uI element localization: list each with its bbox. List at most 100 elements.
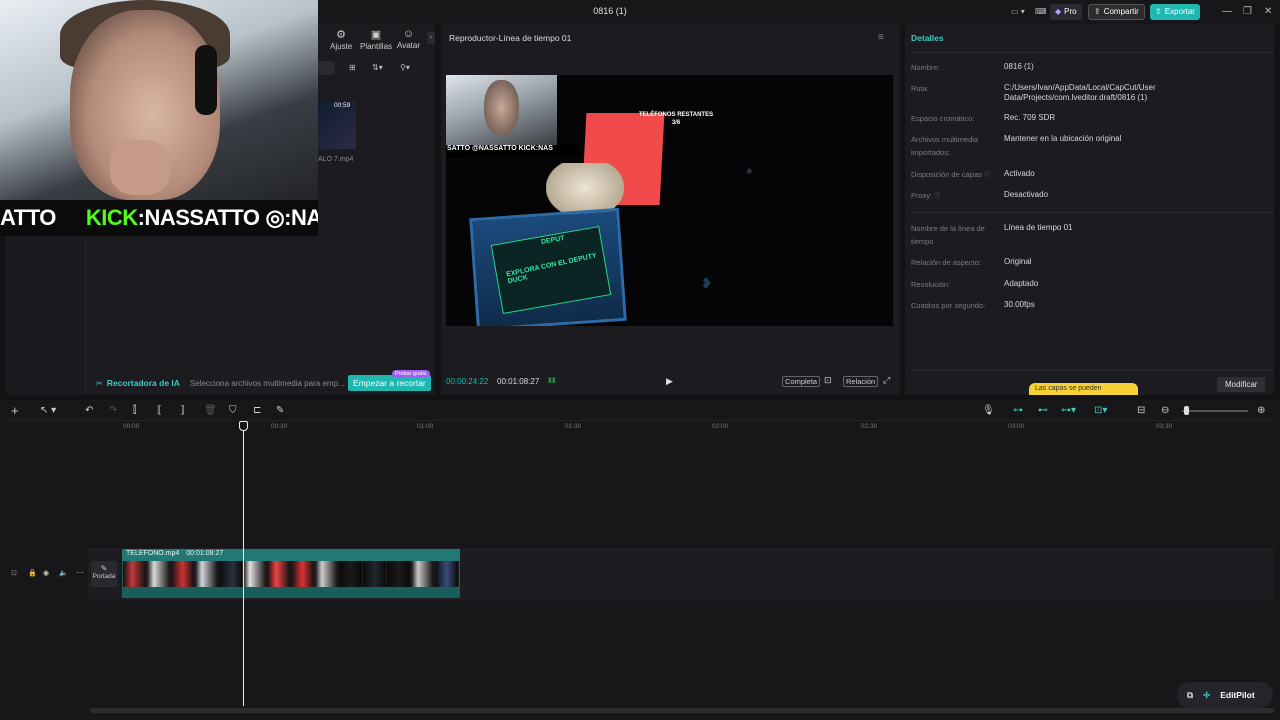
video-preview[interactable]: SATTO @NASSATTO KICK:NAS TELÉFONOS RESTA… (446, 75, 893, 326)
magic-edit-icon[interactable]: ✎ (276, 405, 284, 416)
shield-icon[interactable]: ⛉ (229, 405, 237, 416)
export-button[interactable]: ⇧ Exportar (1150, 4, 1200, 20)
decor-heart-icon: ❥ (701, 275, 713, 291)
timeline-scrollbar[interactable] (90, 708, 1274, 713)
preview-face (484, 80, 519, 135)
editpilot-button[interactable]: ⧉ ✢ EditPilot (1177, 682, 1273, 708)
avatar-icon: ☺ (402, 28, 415, 40)
zoom-slider-knob[interactable] (1184, 406, 1189, 415)
modify-button[interactable]: Modificar (1217, 377, 1266, 392)
clip-header: TELEFONO.mp4 00:01:08:27 (122, 549, 460, 561)
headphone-icon (195, 45, 217, 115)
detail-label-layers: Disposición de capas ⓘ (911, 168, 996, 183)
menu-icon[interactable]: ≡ (878, 32, 884, 43)
lock-icon[interactable]: 🔒 (28, 569, 37, 577)
crown-icon: ◆ (1055, 7, 1062, 16)
playhead[interactable] (243, 424, 244, 706)
undo-icon[interactable]: ↶ (85, 405, 93, 416)
media-thumb-duration: 00:59 (334, 102, 351, 109)
layers-tooltip: Las capas se pueden (1029, 383, 1138, 395)
delete-icon[interactable]: 🗑 (204, 405, 217, 416)
webcam-name-strip: ATTO KICK :NASSATTO ◎ :NASS (0, 200, 318, 236)
detail-value-fps: 30.00fps (1004, 300, 1035, 309)
tab-adjust[interactable]: ⚙ Ajuste (330, 28, 352, 51)
tab-avatar[interactable]: ☺ Avatar (397, 28, 420, 50)
clip-frame (387, 561, 411, 587)
clip-frame (147, 561, 171, 587)
detail-label-name: Nombre: (911, 63, 940, 72)
trim-right-icon[interactable]: ⟧ (180, 405, 185, 416)
snap-icon[interactable]: ⊶▾ (1061, 405, 1076, 416)
detail-label-imported: Archivos multimedia importados: (911, 135, 979, 157)
caption-icon[interactable]: ⊟ (1137, 405, 1145, 416)
snapshot-icon[interactable]: ⊡ (824, 375, 832, 386)
keyboard-icon[interactable]: ⌨ (1030, 4, 1052, 20)
clip-frame (195, 561, 219, 587)
pencil-icon: ✎ (100, 564, 108, 573)
ai-cutter-icon: ✂ (96, 378, 103, 388)
preview-webcam (446, 75, 557, 155)
redo-icon[interactable]: ↷ (109, 405, 117, 416)
aspect-ratio-button[interactable]: Relación (843, 376, 879, 387)
preview-axis-icon[interactable]: ⊡▾ (1094, 405, 1107, 416)
cover-button[interactable]: ✎ Portada (91, 561, 117, 587)
media-sidebar (6, 240, 86, 395)
adjust-icon: ⚙ (336, 29, 347, 41)
tab-adjust-label: Ajuste (330, 42, 353, 51)
clip-thumbnails (123, 561, 459, 587)
clip-frame (435, 561, 459, 587)
clip-frame (219, 561, 243, 587)
detail-value-aspect: Original (1004, 257, 1032, 266)
tabs-next-arrow[interactable]: › (427, 32, 435, 44)
grid-view-icon[interactable]: ⊞ (349, 63, 356, 72)
full-quality-button[interactable]: Completa (782, 376, 821, 387)
clip-frame (267, 561, 291, 587)
ruler-label: 02:00 (712, 423, 729, 430)
info-icon[interactable]: ⓘ (984, 173, 990, 179)
details-divider (911, 370, 1273, 371)
pro-button[interactable]: ◆ Pro (1050, 4, 1082, 20)
media-thumb-name: ALO 7.mp4 (318, 156, 354, 163)
clip-frame (363, 561, 387, 587)
timeline-divider (6, 420, 1274, 421)
restore-icon[interactable]: ❐ (1243, 6, 1252, 17)
layout-icon[interactable]: ▭ ▾ (1006, 4, 1030, 20)
clip-duration: 00:01:08:27 (186, 550, 224, 557)
zoom-out-icon[interactable]: ⊖ (1161, 405, 1169, 416)
detail-label-timeline: Nombre de la línea de tiempo (911, 224, 985, 246)
add-track-icon[interactable]: + (11, 403, 19, 418)
trim-left-icon[interactable]: ⟦ (157, 405, 162, 416)
eye-icon[interactable]: ◉ (43, 569, 49, 577)
feedback-icon[interactable]: ⧉ (1187, 690, 1193, 701)
templates-icon: ▣ (370, 29, 382, 41)
zoom-slider[interactable] (1182, 410, 1248, 412)
play-icon[interactable]: ▶ (666, 376, 673, 387)
microphone-icon[interactable]: 🎙 (982, 405, 995, 416)
clip-frame (315, 561, 339, 587)
split-icon[interactable]: ⫿ (133, 405, 136, 416)
share-button[interactable]: ⇪ Compartir (1088, 4, 1145, 20)
detail-value-path: C:/Users/Ivan/AppData/Local/CapCut/User … (1004, 83, 1156, 102)
sort-icon[interactable]: ⇅▾ (372, 63, 383, 72)
detail-value-resolution: Adaptado (1004, 279, 1039, 288)
tab-templates[interactable]: ▣ Plantillas (360, 28, 392, 51)
crop-icon[interactable]: ⊏ (253, 405, 261, 416)
info-icon[interactable]: ⓘ (934, 194, 940, 200)
clip-frame (291, 561, 315, 587)
clip-audio-waveform (122, 589, 460, 598)
magnet-icon[interactable]: ⊷ (1038, 405, 1048, 416)
select-tool-icon[interactable]: ↖ ▾ (40, 405, 56, 416)
more-icon[interactable]: ⋯ (76, 568, 84, 577)
fullscreen-icon[interactable]: ⤢ (883, 375, 890, 386)
search-field[interactable] (318, 61, 335, 75)
share-label: Compartir (1103, 7, 1139, 16)
close-icon[interactable]: ✕ (1264, 6, 1272, 17)
playhead-handle[interactable] (239, 421, 248, 431)
zoom-in-icon[interactable]: ⊕ (1257, 405, 1265, 416)
minimize-icon[interactable]: — (1222, 6, 1232, 17)
track-toggle-icon[interactable]: ⊡ (11, 569, 17, 577)
link-clips-icon[interactable]: ⊶ (1013, 405, 1023, 416)
volume-icon[interactable]: 🔈 (59, 569, 68, 577)
total-timecode: 00:01:08:27 (497, 377, 540, 386)
filter-icon[interactable]: ⚲▾ (400, 63, 410, 72)
